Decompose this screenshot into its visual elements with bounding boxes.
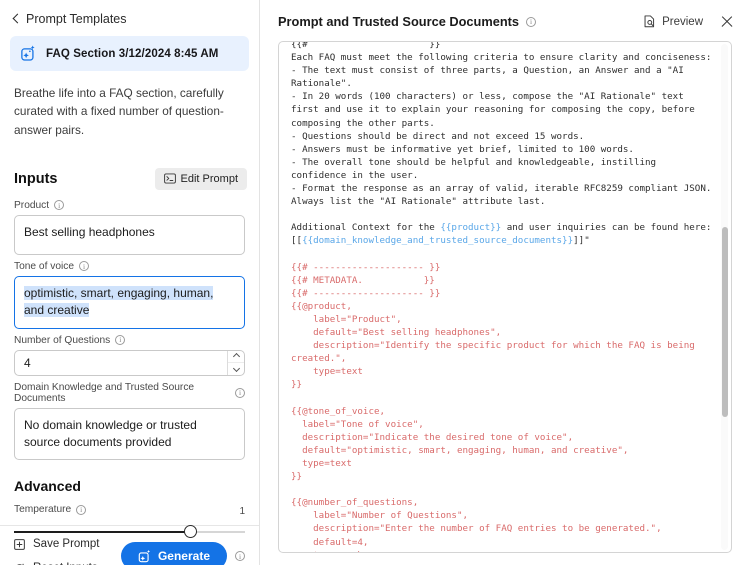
scrollbar-thumb[interactable] [721, 227, 728, 417]
temperature-label-row: Temperature i [14, 504, 87, 516]
slider-fill [14, 531, 191, 533]
edit-prompt-label: Edit Prompt [180, 172, 238, 185]
field-number-of-questions: Number of Questions i 4 [0, 329, 259, 376]
number-of-questions-stepper[interactable]: 4 [14, 349, 245, 376]
preview-document-icon [644, 15, 655, 28]
app-root: Prompt Templates FAQ Section 3/12/2024 8… [0, 0, 750, 565]
advanced-section-title: Advanced [14, 478, 81, 495]
back-label: Prompt Templates [26, 12, 127, 26]
save-prompt-label: Save Prompt [33, 538, 100, 551]
info-icon[interactable]: i [115, 335, 126, 346]
product-input[interactable]: Best selling headphones [14, 214, 245, 255]
info-icon[interactable]: i [76, 504, 87, 515]
temperature-row: Temperature i 1 [0, 494, 259, 519]
temperature-value: 1 [239, 506, 245, 518]
info-icon[interactable]: i [54, 200, 65, 211]
field-label: Product [14, 199, 50, 211]
prompt-code-text[interactable]: {{# }} Each FAQ must meet the following … [291, 42, 713, 552]
field-label-row: Tone of voice i [14, 261, 245, 272]
info-icon[interactable]: i [235, 387, 245, 398]
close-icon[interactable] [720, 15, 734, 29]
template-card[interactable]: FAQ Section 3/12/2024 8:45 AM [10, 36, 249, 71]
inputs-title: Inputs [14, 170, 58, 187]
save-icon [14, 539, 25, 550]
generate-button[interactable]: Generate [120, 542, 227, 565]
preview-button[interactable]: Preview [643, 15, 703, 28]
field-tone-of-voice: Tone of voice i optimistic, smart, engag… [0, 255, 259, 329]
panel-header: Prompt and Trusted Source Documents i Pr… [260, 0, 750, 41]
generate-label: Generate [157, 549, 210, 564]
info-icon[interactable]: i [235, 551, 245, 562]
domain-knowledge-input[interactable]: No domain knowledge or trusted source do… [14, 407, 245, 461]
inputs-header: Inputs Edit Prompt [0, 155, 259, 194]
back-to-prompt-templates[interactable]: Prompt Templates [0, 0, 259, 36]
field-label: Domain Knowledge and Trusted Source Docu… [14, 381, 195, 404]
selected-text: optimistic, smart, engaging, human, and … [24, 285, 214, 318]
stepper-increment-button[interactable] [228, 351, 244, 364]
info-icon[interactable]: i [79, 261, 90, 272]
terminal-icon [163, 173, 176, 184]
temperature-label: Temperature [14, 504, 72, 516]
generate-sparkle-icon [138, 549, 150, 563]
field-domain-knowledge: Domain Knowledge and Trusted Source Docu… [0, 376, 259, 461]
panel-bottom-pad [260, 553, 750, 565]
field-label: Number of Questions [14, 334, 111, 346]
template-description: Breathe life into a FAQ section, careful… [14, 86, 224, 137]
chevron-up-icon [233, 354, 239, 358]
ai-prompt-icon [21, 45, 35, 61]
generate-area: Generate i [120, 542, 245, 565]
chevron-left-icon [12, 14, 20, 24]
field-label-row: Number of Questions i [14, 335, 245, 346]
edit-prompt-button[interactable]: Edit Prompt [154, 167, 247, 190]
inputs-panel: Prompt Templates FAQ Section 3/12/2024 8… [0, 0, 260, 565]
field-label-row: Domain Knowledge and Trusted Source Docu… [14, 382, 245, 404]
template-title: FAQ Section 3/12/2024 8:45 AM [46, 47, 219, 60]
prompt-documents-panel: Prompt and Trusted Source Documents i Pr… [260, 0, 750, 565]
field-label: Tone of voice [14, 260, 75, 272]
prompt-code-scroll: {{# }} Each FAQ must meet the following … [279, 42, 731, 552]
info-icon[interactable]: i [526, 16, 537, 27]
panel-title: Prompt and Trusted Source Documents [278, 14, 520, 29]
number-of-questions-value: 4 [24, 355, 31, 370]
stepper-decrement-button[interactable] [228, 363, 244, 375]
stepper-buttons [227, 350, 244, 375]
preview-label: Preview [662, 15, 703, 28]
footer-actions: Save Prompt Reset Inputs [14, 538, 99, 565]
chevron-down-icon [233, 367, 239, 371]
prompt-code-container: {{# }} Each FAQ must meet the following … [278, 41, 732, 553]
tone-of-voice-input[interactable]: optimistic, smart, engaging, human, and … [14, 275, 245, 329]
save-prompt-button[interactable]: Save Prompt [14, 538, 99, 550]
field-label-row: Product i [14, 200, 245, 211]
temperature-slider[interactable] [0, 519, 259, 539]
field-product: Product i Best selling headphones [0, 194, 259, 255]
panel-actions: Preview [643, 15, 734, 29]
